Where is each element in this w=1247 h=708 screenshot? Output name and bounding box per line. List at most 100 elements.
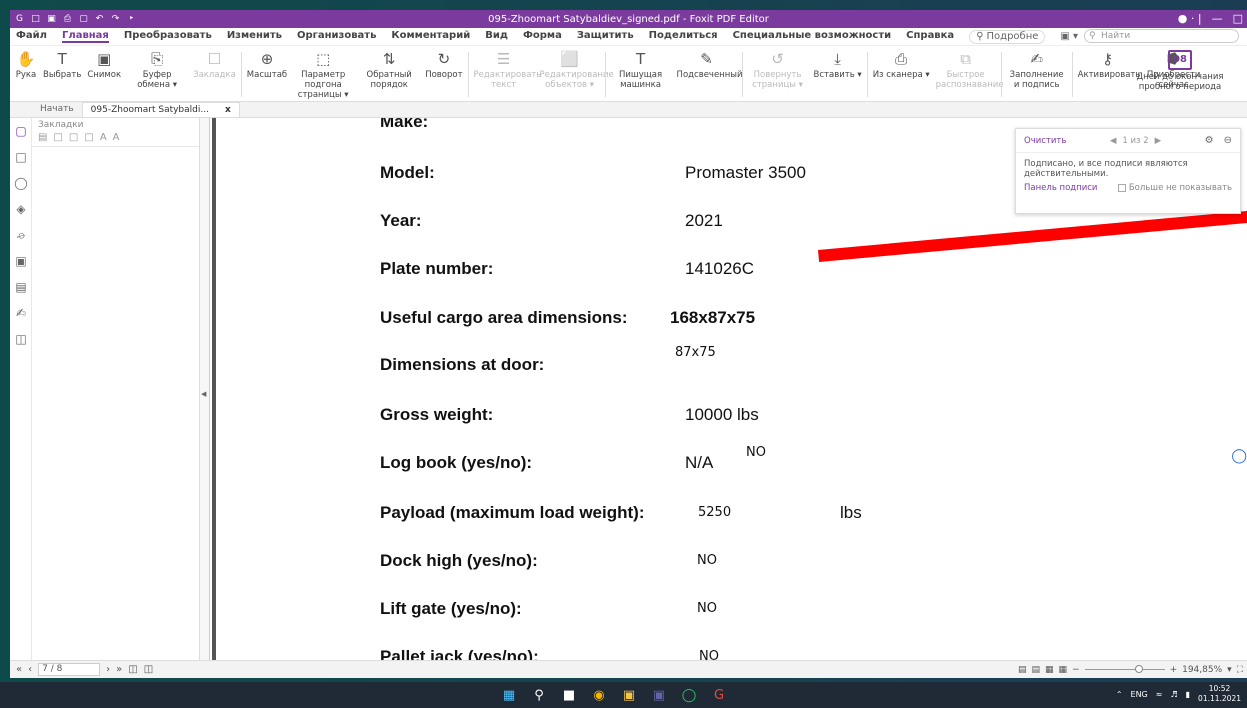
field-extra[interactable]: lbs bbox=[840, 503, 862, 523]
continuous-page-icon[interactable]: ▤ bbox=[1031, 665, 1040, 675]
ocr-tool[interactable]: ⧉ Быстрое распознавание bbox=[933, 48, 1004, 101]
continuous-facing-icon[interactable]: ▦ bbox=[1059, 665, 1068, 675]
dont-show-checkbox[interactable]: Больше не показывать bbox=[1117, 183, 1232, 193]
signature-panel-link[interactable]: Панель подписи bbox=[1024, 183, 1097, 193]
language-indicator[interactable]: ENG bbox=[1131, 690, 1148, 699]
fit-page-tool[interactable]: ⬚ Параметр подгона страницы ▾ bbox=[290, 48, 356, 101]
menu-item[interactable]: Комментарий bbox=[391, 30, 470, 43]
menu-item[interactable]: Защитить bbox=[577, 30, 634, 43]
pages-panel-icon[interactable]: □ bbox=[10, 144, 32, 170]
page-number-input[interactable]: 7 / 8 bbox=[38, 663, 101, 676]
assistant-icon[interactable]: ◯ bbox=[1231, 448, 1247, 464]
save-icon[interactable]: ▣ bbox=[46, 14, 57, 25]
collapse-arrow-icon[interactable]: ◀ bbox=[201, 390, 206, 398]
menu-item[interactable]: Файл bbox=[16, 30, 47, 43]
chrome-icon[interactable]: ◉ bbox=[590, 686, 608, 704]
search-input[interactable]: ⚲ Найти bbox=[1084, 29, 1239, 43]
teams-icon[interactable]: ▣ bbox=[650, 686, 668, 704]
bookmark-options-icon[interactable]: ▤ bbox=[38, 132, 47, 143]
tab-document[interactable]: 095-Zhoomart Satybaldi... x bbox=[81, 102, 240, 117]
field-value[interactable]: N/A bbox=[685, 453, 713, 473]
menu-item[interactable]: Главная bbox=[62, 30, 109, 43]
field-value[interactable]: Promaster 3500 bbox=[685, 163, 806, 183]
rotate-pages-tool[interactable]: ↺ Повернуть страницы ▾ bbox=[745, 48, 811, 101]
trial-indicator[interactable]: 08 Дней до окончания пробного периода bbox=[1125, 50, 1235, 92]
field-extra[interactable]: NO bbox=[746, 445, 766, 460]
edit-objects-tool[interactable]: ⬜ Редактирование объектов ▾ bbox=[537, 48, 614, 101]
new-icon[interactable]: ▢ bbox=[78, 14, 89, 25]
rotate-tool[interactable]: ↻ Поворот bbox=[422, 48, 465, 101]
menu-item[interactable]: Справка bbox=[906, 30, 954, 43]
field-value[interactable]: NO bbox=[697, 553, 717, 568]
typewriter-tool[interactable]: T Пишущая машинка bbox=[608, 48, 674, 101]
select-tool[interactable]: T Выбрать bbox=[40, 48, 84, 101]
field-value[interactable]: NO bbox=[699, 649, 719, 660]
wifi-icon[interactable]: ≈ bbox=[1156, 690, 1163, 699]
copy-page-icon[interactable]: ◫ bbox=[128, 664, 137, 675]
destinations-panel-icon[interactable]: ◫ bbox=[10, 326, 32, 352]
clear-button[interactable]: Очистить bbox=[1024, 136, 1066, 146]
task-view-icon[interactable]: ■ bbox=[560, 686, 578, 704]
security-panel-icon[interactable]: ▣ bbox=[10, 248, 32, 274]
search-taskbar-icon[interactable]: ⚲ bbox=[530, 686, 548, 704]
zoom-tool[interactable]: ⊕ Масштаб bbox=[244, 48, 290, 101]
foxit-taskbar-icon[interactable]: G bbox=[710, 686, 728, 704]
menu-item[interactable]: Форма bbox=[523, 30, 562, 43]
settings-icon[interactable]: ⚙ bbox=[1205, 135, 1214, 146]
zoom-slider[interactable] bbox=[1084, 665, 1165, 673]
field-value[interactable]: 5250 bbox=[698, 505, 731, 520]
minimize-notification-icon[interactable]: ⊖ bbox=[1224, 135, 1232, 146]
prev-page-icon[interactable]: ‹ bbox=[28, 664, 32, 675]
font-larger-icon[interactable]: A bbox=[100, 132, 107, 143]
menu-item[interactable]: Изменить bbox=[227, 30, 282, 43]
field-value[interactable]: 2021 bbox=[685, 211, 723, 231]
field-value[interactable]: NO bbox=[697, 601, 717, 616]
clock[interactable]: 10:52 01.11.2021 bbox=[1198, 684, 1241, 704]
menu-item[interactable]: Преобразовать bbox=[124, 30, 212, 43]
comments-panel-icon[interactable]: ◯ bbox=[10, 170, 32, 196]
menu-item[interactable]: Специальные возможности bbox=[733, 30, 892, 43]
fill-sign-tool[interactable]: ✍ Заполнение и подпись bbox=[1004, 48, 1070, 101]
zoom-level[interactable]: 194,85% bbox=[1182, 665, 1222, 675]
add-bookmark-icon[interactable]: □ bbox=[53, 132, 62, 143]
signature-panel-icon[interactable]: ✍ bbox=[10, 300, 32, 326]
hand-tool[interactable]: ✋ Рука bbox=[12, 48, 40, 101]
attachments-panel-icon[interactable]: ⌮ bbox=[10, 222, 32, 248]
redo-icon[interactable]: ↷ bbox=[110, 14, 121, 25]
view-page-icon[interactable]: ◫ bbox=[144, 664, 153, 675]
red-annotation-line[interactable] bbox=[818, 210, 1247, 262]
snapshot-tool[interactable]: ▣ Снимок bbox=[84, 48, 124, 101]
print-icon[interactable]: ⎙ bbox=[62, 14, 73, 25]
menu-item[interactable]: Организовать bbox=[297, 30, 376, 43]
zoom-out-icon[interactable]: − bbox=[1072, 665, 1080, 675]
restore-button[interactable]: □ bbox=[1233, 10, 1243, 28]
windows-start-icon[interactable]: ▦ bbox=[500, 686, 518, 704]
zoom-slider-handle[interactable] bbox=[1134, 665, 1143, 673]
field-value[interactable]: 168x87x75 bbox=[670, 308, 755, 328]
checkbox-icon[interactable] bbox=[1117, 184, 1126, 192]
layers-panel-icon[interactable]: ◈ bbox=[10, 196, 32, 222]
prev-signature-icon[interactable]: ◀ bbox=[1110, 136, 1117, 146]
battery-icon[interactable]: ▮ bbox=[1186, 690, 1190, 699]
field-value[interactable]: 10000 lbs bbox=[685, 405, 759, 425]
tab-start[interactable]: Начать bbox=[32, 102, 82, 117]
file-explorer-icon[interactable]: ▣ bbox=[620, 686, 638, 704]
clipboard-tool[interactable]: ⎘ Буфер обмена ▾ bbox=[124, 48, 190, 101]
tray-overflow-icon[interactable]: ⌃ bbox=[1116, 690, 1123, 699]
reverse-order-tool[interactable]: ⇅ Обратный порядок bbox=[356, 48, 422, 101]
content-panel-icon[interactable]: ▤ bbox=[10, 274, 32, 300]
document-view[interactable]: Make: Model: Promaster 3500 Year: 2021 Plate… bbox=[210, 118, 1247, 660]
add-child-bookmark-icon[interactable]: □ bbox=[69, 132, 78, 143]
edit-text-tool[interactable]: ☰ Редактировать текст bbox=[471, 48, 542, 101]
account-icon[interactable]: ● · | bbox=[1178, 10, 1202, 28]
zoom-in-icon[interactable]: + bbox=[1170, 665, 1178, 675]
tell-me-button[interactable]: ⚲ Подробне bbox=[969, 29, 1046, 44]
last-page-icon[interactable]: » bbox=[116, 664, 122, 675]
field-value[interactable]: 141026C bbox=[685, 259, 754, 279]
open-icon[interactable]: □ bbox=[30, 14, 41, 25]
menu-item[interactable]: Поделиться bbox=[649, 30, 718, 43]
facing-page-icon[interactable]: ▦ bbox=[1045, 665, 1054, 675]
bookmark-panel-icon[interactable]: ▢ bbox=[10, 118, 32, 144]
first-page-icon[interactable]: « bbox=[16, 664, 22, 675]
single-page-icon[interactable]: ▤ bbox=[1018, 665, 1027, 675]
